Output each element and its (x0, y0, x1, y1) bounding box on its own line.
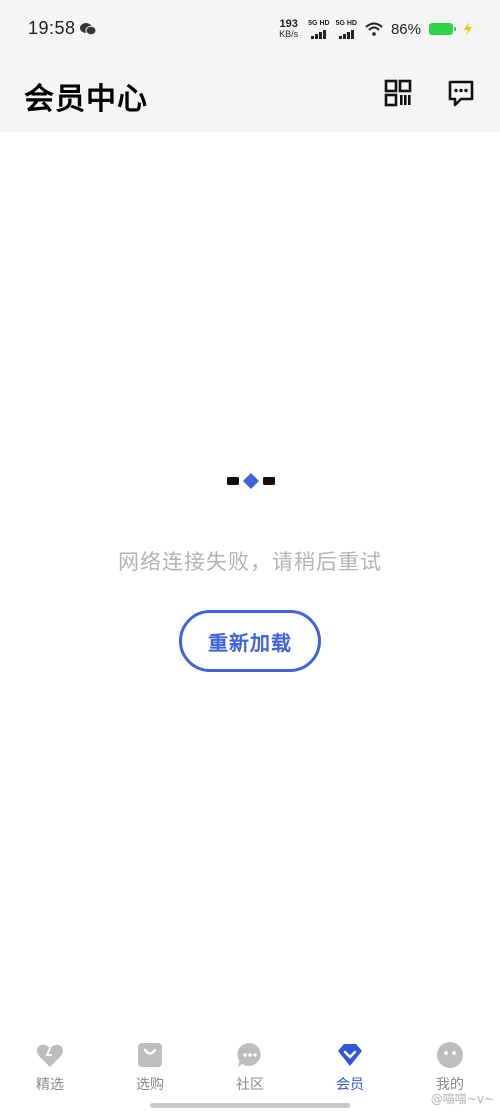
shopping-bag-icon (138, 1043, 162, 1067)
signal-bars-icon (338, 29, 354, 39)
heart-icon (36, 1044, 64, 1067)
nav-label: 会员 (336, 1077, 364, 1093)
main-content: 网络连接失败，请稍后重试 重新加载 (0, 132, 500, 1032)
nav-label: 社区 (236, 1077, 264, 1093)
battery-percent: 86% (390, 20, 421, 38)
watermark: @喵喵~v~ (430, 1092, 494, 1106)
wifi-icon (365, 22, 383, 36)
message-button[interactable] (446, 78, 476, 108)
signal-bars-icon (311, 29, 327, 39)
bottom-nav: 精选 选购 社区 会员 我的 (0, 1032, 500, 1111)
message-icon (448, 80, 474, 107)
nav-item-shop[interactable]: 选购 (100, 1040, 200, 1100)
wechat-notification-icon (80, 23, 96, 36)
network-speed: 193 KB/s (279, 18, 299, 39)
loading-indicator-icon (227, 473, 275, 489)
home-indicator[interactable] (150, 1103, 350, 1108)
status-bar: 19:58 193 KB/s 5G HD 5G HD 86% (0, 0, 500, 60)
nav-label: 精选 (36, 1077, 64, 1093)
vip-diamond-icon (338, 1044, 362, 1066)
profile-icon (437, 1042, 463, 1068)
status-time: 19:58 (28, 18, 76, 38)
nav-item-featured[interactable]: 精选 (0, 1040, 100, 1100)
sim1-signal: 5G HD (308, 20, 330, 39)
chat-bubble-icon (237, 1042, 261, 1067)
qr-code-icon (384, 79, 412, 107)
qr-code-button[interactable] (383, 78, 413, 108)
battery-icon (429, 23, 456, 35)
sim2-signal: 5G HD (336, 20, 357, 39)
network-error-message: 网络连接失败，请稍后重试 (118, 550, 382, 574)
status-indicators: 193 KB/s 5G HD 5G HD 86% (279, 14, 474, 44)
reload-button[interactable]: 重新加载 (179, 610, 321, 672)
page-title: 会员中心 (24, 82, 148, 117)
nav-label: 选购 (136, 1077, 164, 1093)
nav-item-community[interactable]: 社区 (200, 1040, 300, 1100)
nav-item-membership[interactable]: 会员 (300, 1040, 400, 1100)
app-header: 会员中心 (0, 60, 500, 132)
charging-icon (464, 22, 472, 36)
